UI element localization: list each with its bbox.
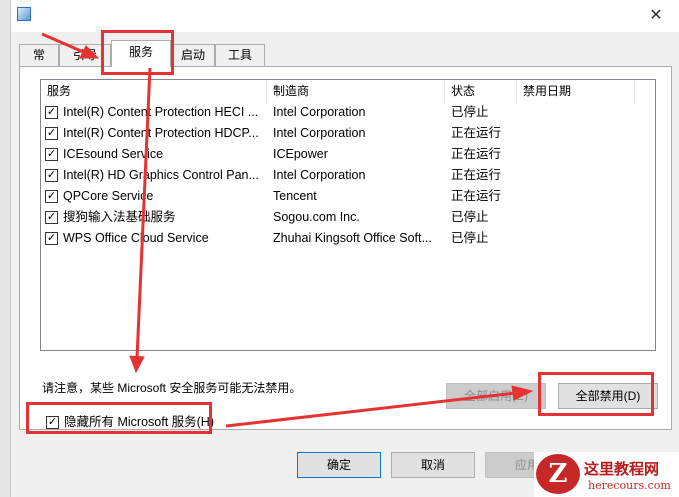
tab-services[interactable]: 服务: [111, 40, 171, 67]
arrow-to-services-tab: [41, 32, 89, 56]
watermark-logo-icon: Z: [536, 454, 580, 494]
arrow-to-disable-all: [225, 391, 517, 428]
annotation-arrows: [41, 32, 534, 428]
arrow-head-disable-all: [511, 385, 534, 401]
watermark-title: 这里教程网: [584, 460, 660, 478]
arrow-head-services-tab: [79, 45, 100, 59]
arrow-down-to-checkbox: [135, 67, 152, 359]
site-watermark: Z 这里教程网 herecours.com: [534, 452, 679, 497]
watermark-url: herecours.com: [588, 479, 671, 492]
arrow-head-checkbox: [129, 355, 145, 374]
